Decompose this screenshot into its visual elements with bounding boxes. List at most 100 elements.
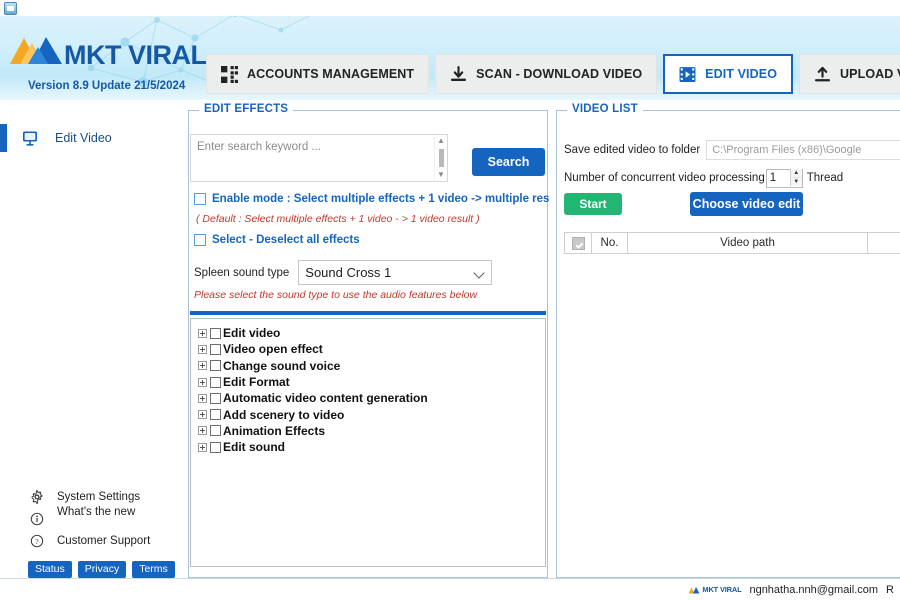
save-folder-row: Save edited video to folder C:\Program F… (564, 140, 900, 160)
tree-node-checkbox[interactable] (210, 360, 221, 372)
expand-icon[interactable] (198, 442, 207, 452)
search-scrollbar[interactable]: ▲ ▼ (434, 135, 447, 181)
save-folder-input[interactable]: C:\Program Files (x86)\Google (706, 140, 900, 160)
tree-node[interactable]: Add scenery to video (191, 406, 545, 422)
version-label: Version 8.9 Update 21/5/2024 (28, 80, 186, 92)
statusbar-right-text: R (886, 583, 894, 596)
tree-node-checkbox[interactable] (210, 441, 221, 453)
concurrent-threads-label: Number of concurrent video processing (564, 171, 765, 184)
sound-type-hint: Please select the sound type to use the … (194, 289, 478, 301)
sidebar-item-edit-video[interactable]: Edit Video (0, 124, 184, 152)
tree-node[interactable]: Video open effect (191, 341, 545, 357)
expand-icon[interactable] (198, 361, 207, 371)
sidebar-bottom-label: Customer Support (57, 535, 151, 547)
brand-logo: MKT VIRAL Version 8.9 Update 21/5/2024 (8, 32, 208, 92)
tree-node[interactable]: Animation Effects (191, 423, 545, 439)
stepper-down-icon[interactable]: ▼ (789, 178, 802, 186)
expand-icon[interactable] (198, 393, 207, 403)
select-all-effects-row[interactable]: Select - Deselect all effects (194, 234, 360, 246)
enable-mode-label: Enable mode : Select multiple effects + … (212, 193, 550, 205)
question-icon: ? (30, 534, 44, 548)
effects-tree: Edit video Video open effect Change soun… (190, 318, 546, 567)
grid-squares-icon (221, 65, 238, 83)
tree-node-label: Edit sound (223, 440, 285, 455)
sound-type-label: Spleen sound type (194, 266, 290, 279)
scroll-thumb[interactable] (438, 149, 444, 167)
expand-icon[interactable] (198, 328, 207, 338)
tree-node[interactable]: Edit Format (191, 374, 545, 390)
tree-node-checkbox[interactable] (210, 409, 221, 421)
expand-icon[interactable] (198, 426, 207, 436)
column-header-extra (868, 233, 900, 253)
tree-node-checkbox[interactable] (210, 343, 221, 355)
tree-node-label: Change sound voice (223, 358, 341, 373)
expand-icon[interactable] (198, 344, 207, 354)
video-table-body[interactable] (564, 254, 900, 570)
stepper-up-icon[interactable]: ▲ (789, 169, 802, 178)
sidebar-item-label: Edit Video (55, 131, 112, 145)
select-all-checkbox[interactable] (194, 234, 206, 246)
video-list-title: VIDEO LIST (567, 103, 643, 115)
tab-upload-video[interactable]: UPLOAD VIDEO (799, 54, 900, 94)
effects-search-wrapper: ▲ ▼ (190, 134, 448, 182)
choose-video-edit-button[interactable]: Choose video edit (690, 192, 803, 216)
tab-accounts-management[interactable]: ACCOUNTS MANAGEMENT (206, 54, 430, 94)
edit-effects-title: EDIT EFFECTS (199, 103, 294, 115)
status-link[interactable]: Status (28, 560, 72, 578)
sound-type-row: Spleen sound type Sound Cross 1 (194, 260, 493, 285)
statusbar-brand: MKT VIRAL (688, 585, 742, 594)
sidebar-bottom-label: System Settings (57, 491, 141, 503)
left-sidebar: Edit Video System Settings What's the ne… (0, 100, 184, 578)
sidebar-item-customer-support[interactable]: ? Customer Support (0, 531, 184, 552)
window-titlebar (0, 0, 900, 16)
svg-text:?: ? (35, 537, 38, 546)
save-folder-label: Save edited video to folder (564, 144, 701, 156)
select-all-rows-checkbox[interactable] (571, 236, 585, 250)
thread-stepper: ▲ ▼ (765, 168, 803, 188)
video-table-header: No. Video path (564, 232, 900, 254)
tree-node[interactable]: Edit sound (191, 439, 545, 455)
tab-label: ACCOUNTS MANAGEMENT (247, 67, 415, 81)
tab-scan-download-video[interactable]: SCAN - DOWNLOAD VIDEO (435, 54, 658, 94)
tree-node-checkbox[interactable] (210, 327, 221, 339)
sidebar-item-whats-the-new[interactable]: What's the new (0, 506, 184, 531)
concurrent-threads-row: Number of concurrent video processing ▲ … (564, 168, 843, 188)
stepper-buttons[interactable]: ▲ ▼ (789, 169, 802, 186)
privacy-link[interactable]: Privacy (77, 560, 127, 578)
start-button[interactable]: Start (564, 193, 622, 215)
tree-node-label: Edit Format (223, 375, 290, 390)
sidebar-item-system-settings[interactable]: System Settings (0, 487, 184, 508)
search-input[interactable] (190, 134, 448, 182)
tab-edit-video[interactable]: EDIT VIDEO (663, 54, 794, 94)
download-icon (451, 65, 467, 81)
expand-icon[interactable] (198, 377, 207, 387)
tree-node-label: Add scenery to video (223, 407, 345, 422)
select-all-rows-header[interactable] (565, 233, 592, 253)
upload-icon (814, 66, 831, 81)
statusbar-brand-label: MKT VIRAL (702, 585, 742, 594)
main-navigation-tabs: ACCOUNTS MANAGEMENT SCAN - DOWNLOAD VIDE… (206, 54, 900, 94)
sound-type-select-wrapper: Sound Cross 1 (298, 260, 493, 285)
active-indicator-bar (0, 124, 7, 152)
tab-label: EDIT VIDEO (705, 67, 778, 81)
tree-node-checkbox[interactable] (210, 392, 221, 404)
search-button[interactable]: Search (472, 148, 545, 176)
sidebar-bottom-label: What's the new (57, 506, 136, 518)
terms-link[interactable]: Terms (132, 560, 175, 578)
tree-node[interactable]: Change sound voice (191, 358, 545, 374)
app-header: MKT VIRAL Version 8.9 Update 21/5/2024 A… (0, 16, 900, 100)
video-table: No. Video path (564, 232, 900, 570)
tab-label: SCAN - DOWNLOAD VIDEO (476, 67, 643, 81)
enable-mode-row[interactable]: Enable mode : Select multiple effects + … (194, 193, 549, 205)
tree-node-label: Edit video (223, 326, 281, 341)
tree-node-checkbox[interactable] (210, 425, 221, 437)
info-icon (30, 512, 44, 526)
expand-icon[interactable] (198, 410, 207, 420)
scroll-up-icon: ▲ (437, 136, 445, 145)
enable-mode-checkbox[interactable] (194, 193, 206, 205)
tree-node[interactable]: Automatic video content generation (191, 390, 545, 406)
tree-node-checkbox[interactable] (210, 376, 221, 388)
sound-type-select[interactable]: Sound Cross 1 (298, 260, 493, 285)
tree-node[interactable]: Edit video (191, 325, 545, 341)
default-mode-hint: ( Default : Select multiple effects + 1 … (196, 213, 480, 225)
